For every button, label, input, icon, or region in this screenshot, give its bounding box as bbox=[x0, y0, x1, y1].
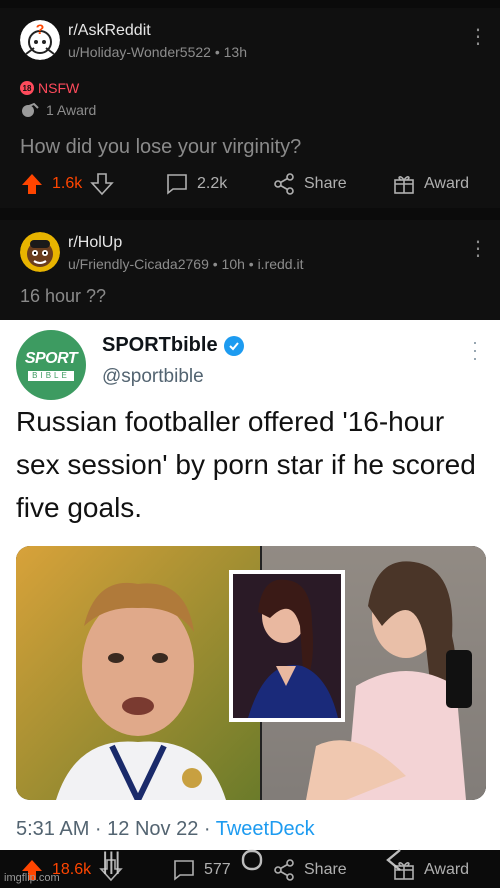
post-header: r/HolUp u/Friendly-Cicada2769 • 10h • i.… bbox=[20, 232, 488, 272]
nsfw-tag: 18 NSFW bbox=[20, 80, 79, 96]
tweet-timestamp: 5:31 AM · 12 Nov 22 · TweetDeck bbox=[16, 818, 315, 841]
share-button[interactable]: Share bbox=[272, 858, 347, 882]
award-count[interactable]: 1 Award bbox=[20, 102, 96, 118]
post-title[interactable]: How did you lose your virginity? bbox=[20, 136, 301, 159]
tweet-author-handle[interactable]: @sportbible bbox=[102, 366, 204, 388]
comment-count: 2.2k bbox=[197, 175, 228, 192]
award-medal-icon bbox=[22, 102, 39, 117]
recent-apps-nav-icon[interactable]: ||| bbox=[102, 848, 121, 876]
share-icon bbox=[274, 859, 294, 881]
upvote-arrow-icon[interactable] bbox=[20, 172, 44, 196]
author-name-text: SPORTbible bbox=[102, 334, 218, 356]
comments-button[interactable]: 2.2k bbox=[165, 172, 227, 196]
logo-text-top: SPORT bbox=[24, 350, 78, 367]
tweet-time-text: 5:31 AM · 12 Nov 22 · bbox=[16, 818, 216, 840]
award-label: Award bbox=[424, 175, 470, 192]
reddit-post-askreddit[interactable]: ? r/AskReddit u/Holiday-Wonder5522 • 13h… bbox=[0, 8, 500, 208]
comment-icon bbox=[174, 860, 194, 881]
award-label: Award bbox=[424, 861, 470, 878]
post-action-bar: 1.6k 2.2k Share Award bbox=[0, 166, 500, 202]
award-count-label: 1 Award bbox=[46, 102, 97, 118]
comments-button[interactable]: 577 bbox=[172, 858, 231, 882]
tweet-photo-collage bbox=[16, 546, 486, 800]
reddit-post-holup[interactable]: r/HolUp u/Friendly-Cicada2769 • 10h • i.… bbox=[0, 220, 500, 320]
nsfw-label: NSFW bbox=[38, 80, 80, 96]
holup-avatar[interactable] bbox=[20, 232, 60, 272]
award-button[interactable]: Award bbox=[392, 172, 469, 196]
downvote-arrow-icon[interactable] bbox=[90, 172, 115, 196]
tweet-media[interactable] bbox=[16, 546, 486, 800]
comment-icon bbox=[167, 174, 187, 195]
subreddit-name[interactable]: r/AskReddit bbox=[68, 22, 151, 40]
askreddit-avatar[interactable]: ? bbox=[20, 20, 60, 60]
nsfw-badge-icon: 18 bbox=[20, 81, 34, 95]
logo-text-bottom: BIBLE bbox=[28, 371, 74, 381]
verified-badge-icon bbox=[223, 335, 244, 356]
tweet-screenshot[interactable]: SPORT BIBLE SPORTbible @sportbible · · · R… bbox=[0, 320, 500, 850]
watermark: imgflip.com bbox=[4, 872, 60, 884]
award-icon bbox=[394, 176, 414, 194]
share-icon bbox=[274, 173, 294, 195]
tweet-text: Russian footballer offered '16-hour sex … bbox=[16, 406, 476, 523]
sportbible-logo[interactable]: SPORT BIBLE bbox=[16, 330, 86, 400]
upvote-count: 1.6k bbox=[52, 175, 83, 192]
vote-group: 1.6k bbox=[20, 172, 115, 196]
share-label: Share bbox=[304, 175, 347, 192]
comment-count: 577 bbox=[204, 861, 231, 878]
share-button[interactable]: Share bbox=[272, 172, 347, 196]
tweet-more-icon[interactable]: · · · bbox=[472, 333, 478, 367]
home-nav-icon[interactable] bbox=[240, 848, 264, 879]
subreddit-name[interactable]: r/HolUp bbox=[68, 234, 122, 252]
post-meta[interactable]: u/Holiday-Wonder5522 • 13h bbox=[68, 44, 247, 60]
kebab-menu-icon[interactable]: ⋮ bbox=[468, 26, 488, 50]
post-meta[interactable]: u/Friendly-Cicada2769 • 10h • i.redd.it bbox=[68, 256, 303, 272]
back-nav-icon[interactable] bbox=[384, 848, 404, 879]
post-header: ? r/AskReddit u/Holiday-Wonder5522 • 13h… bbox=[20, 20, 488, 60]
tweet-author-name[interactable]: SPORTbible bbox=[102, 334, 244, 357]
post-title[interactable]: 16 hour ?? bbox=[20, 286, 106, 307]
kebab-menu-icon[interactable]: ⋮ bbox=[468, 238, 488, 262]
tweet-source-link[interactable]: TweetDeck bbox=[216, 818, 315, 840]
svg-text:?: ? bbox=[36, 21, 45, 37]
share-label: Share bbox=[304, 861, 347, 878]
